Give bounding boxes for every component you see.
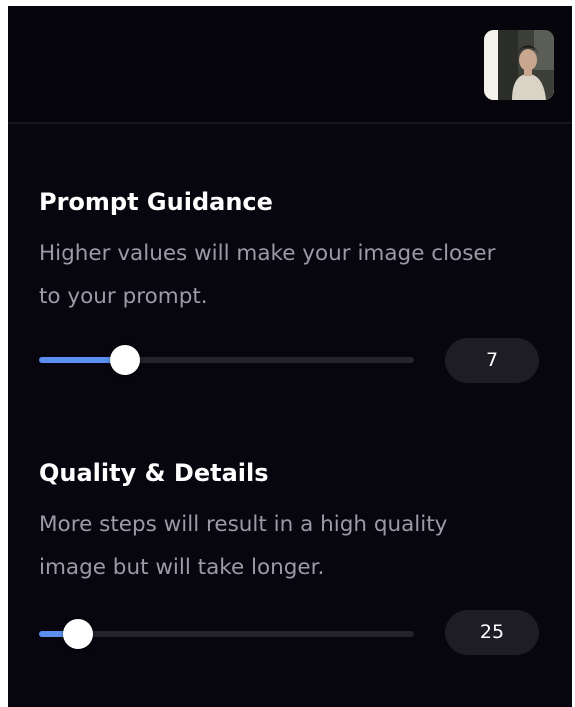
avatar[interactable] xyxy=(484,30,554,100)
quality-details-description: More steps will result in a high quality… xyxy=(39,512,448,580)
quality-details-slider[interactable] xyxy=(39,619,414,649)
prompt-guidance-value[interactable]: 7 xyxy=(445,338,539,383)
slider-thumb[interactable] xyxy=(63,619,93,649)
avatar-photo-icon xyxy=(484,30,554,100)
slider-track xyxy=(39,631,414,637)
prompt-guidance-slider[interactable] xyxy=(39,345,414,375)
prompt-guidance-description: Higher values will make your image close… xyxy=(39,241,496,309)
slider-thumb[interactable] xyxy=(110,345,140,375)
settings-panel: Prompt Guidance Higher values will make … xyxy=(8,6,572,707)
prompt-guidance-title: Prompt Guidance xyxy=(39,188,273,216)
quality-details-title: Quality & Details xyxy=(39,459,269,487)
header-bar xyxy=(8,6,572,124)
quality-details-value[interactable]: 25 xyxy=(445,610,539,655)
